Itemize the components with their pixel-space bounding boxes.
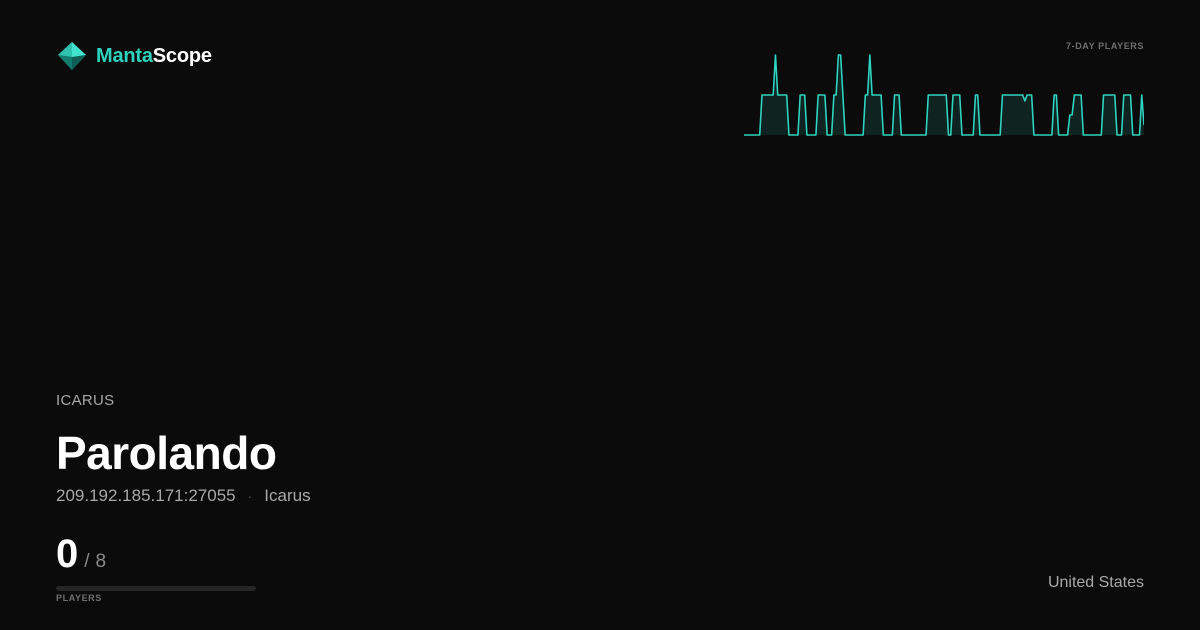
players-sparkline bbox=[744, 54, 1144, 136]
game-tag: ICARUS bbox=[56, 392, 115, 409]
server-address[interactable]: 209.192.185.171:27055 bbox=[56, 486, 236, 506]
players-separator: / bbox=[84, 551, 90, 572]
brand-name-accent: Manta bbox=[96, 44, 153, 67]
server-country: United States bbox=[1047, 574, 1144, 591]
server-name: Parolando bbox=[56, 427, 277, 479]
meta-separator: · bbox=[247, 488, 253, 504]
brand-name: MantaScope bbox=[96, 45, 212, 68]
brand-name-rest: Scope bbox=[152, 44, 212, 67]
players-label: PLAYERS bbox=[56, 593, 102, 603]
server-meta: 209.192.185.171:27055 · Icarus bbox=[56, 486, 311, 506]
players-max: 8 bbox=[95, 551, 107, 572]
server-game: Icarus bbox=[264, 486, 311, 505]
manta-gem-icon bbox=[56, 40, 88, 72]
players-progress-bar bbox=[56, 586, 256, 591]
player-count: 0 / 8 bbox=[56, 532, 106, 576]
brand-logo[interactable]: MantaScope bbox=[56, 40, 212, 72]
players-now: 0 bbox=[56, 532, 79, 576]
sparkline-label: 7-DAY PLAYERS bbox=[1066, 41, 1144, 51]
